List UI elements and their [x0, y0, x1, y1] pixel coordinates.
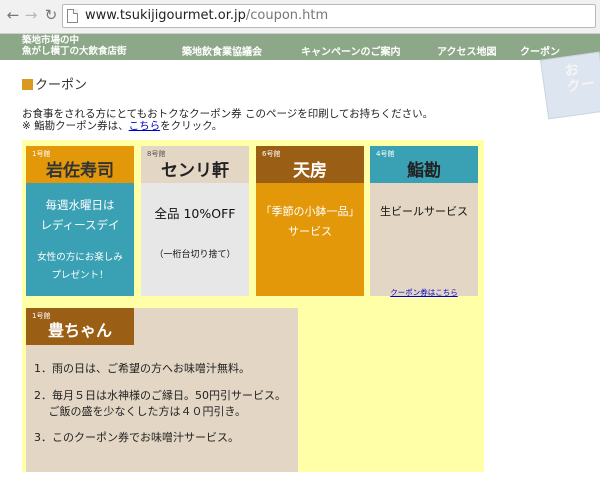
site-name-line1: 築地市場の中 — [22, 35, 80, 46]
site-name-line2: 魚がし横丁の大飲食店街 — [22, 46, 127, 57]
coupon-line: 全品 10%OFF — [154, 206, 236, 221]
coupon-item: ご飯の盛を少なくした方は４０円引き。 — [34, 405, 246, 418]
browser-toolbar: ← → ↻ www.tsukijigourmet.or.jp/coupon.ht… — [0, 0, 600, 34]
site-header: 築地市場の中 魚がし横丁の大飲食店街 築地飲食業協議会 キャンペーンのご案内 ア… — [0, 34, 600, 60]
shop-name: 天房 — [293, 161, 327, 181]
coupon-item: 1．雨の日は、ご希望の方へお味噌汁無料。 — [34, 362, 250, 375]
shop-name: センリ軒 — [161, 161, 229, 181]
nav-coupon[interactable]: クーポン — [520, 43, 560, 58]
page-title-text: クーポン — [35, 78, 88, 93]
nav-association[interactable]: 築地飲食業協議会 — [182, 43, 262, 58]
url-text: www.tsukijigourmet.or.jp/coupon.htm — [85, 8, 328, 23]
coupon-line: （一桁台切り捨て） — [154, 250, 236, 260]
card-header: 1号館 豊ちゃん — [26, 308, 134, 345]
title-square-icon — [22, 79, 33, 90]
coupon-card-senriken: 8号館 センリ軒 全品 10%OFF （一桁台切り捨て） — [141, 146, 249, 296]
nav-access-map[interactable]: アクセス地図 — [437, 43, 497, 58]
card-body: 「季節の小鉢一品」 サービス — [256, 183, 364, 296]
corner-text: お クー — [563, 61, 596, 96]
coupon-line: 生ビールサービス — [380, 205, 468, 218]
coupon-card-sushikan: 4号館 鮨勘 生ビールサービス クーポン券はこちら — [370, 146, 478, 298]
coupon-card-iwasa: 1号館 岩佐寿司 毎週水曜日は レディースデイ 女性の方にお楽しみ プレゼント！ — [26, 146, 134, 296]
shop-name: 豊ちゃん — [47, 321, 112, 340]
corner-decoration: お クー — [540, 51, 600, 120]
card-header: 6号館 天房 — [256, 146, 364, 183]
sushikan-coupon-card-link[interactable]: クーポン券はこちら — [370, 287, 478, 298]
nav-campaign[interactable]: キャンペーンのご案内 — [301, 43, 401, 58]
coupon-card-tenfusa: 6号館 天房 「季節の小鉢一品」 サービス — [256, 146, 364, 296]
intro-note-suffix: をクリック。 — [160, 120, 223, 132]
main-content: お クー クーポン お食事をされる方にとてもおトクなクーポン券 このページを印刷… — [0, 51, 600, 480]
card-header: 4号館 鮨勘 — [370, 146, 478, 183]
back-arrow-icon[interactable]: ← — [4, 6, 22, 24]
shop-name: 鮨勘 — [407, 161, 441, 181]
forward-arrow-icon[interactable]: → — [22, 6, 40, 24]
coupon-area: 1号館 岩佐寿司 毎週水曜日は レディースデイ 女性の方にお楽しみ プレゼント！… — [22, 140, 484, 472]
address-bar[interactable]: www.tsukijigourmet.or.jp/coupon.htm — [62, 4, 596, 28]
coupon-item: 2．毎月５日は水神様のご縁日。50円引サービス。 — [34, 389, 286, 402]
intro-note: ※ 鮨勘クーポン券は、こちらをクリック。 — [22, 118, 222, 133]
coupon-line: 女性の方にお楽しみ — [37, 252, 123, 263]
sushikan-coupon-link[interactable]: こちら — [129, 120, 161, 132]
coupon-line: プレゼント！ — [51, 270, 109, 281]
coupon-line: 「季節の小鉢一品」 — [260, 205, 360, 218]
card-body: 生ビールサービス クーポン券はこちら — [370, 183, 478, 298]
coupon-line: サービス — [288, 225, 332, 238]
card-header: 8号館 センリ軒 — [141, 146, 249, 183]
shop-name: 岩佐寿司 — [46, 161, 114, 181]
card-header: 1号館 岩佐寿司 — [26, 146, 134, 183]
coupon-line: レディースデイ — [40, 218, 120, 232]
reload-icon[interactable]: ↻ — [42, 6, 60, 24]
site-logo-text[interactable]: 築地市場の中 魚がし横丁の大飲食店街 — [22, 35, 127, 57]
page-icon — [67, 9, 78, 23]
coupon-line: 毎週水曜日は — [45, 198, 115, 212]
url-path: /coupon.htm — [245, 8, 329, 23]
coupon-card-yutakachan: 1号館 豊ちゃん 1．雨の日は、ご希望の方へお味噌汁無料。 2．毎月５日は水神様… — [26, 308, 298, 472]
page-title: クーポン — [22, 74, 87, 93]
intro-note-prefix: ※ 鮨勘クーポン券は、 — [22, 120, 129, 132]
card-body: 毎週水曜日は レディースデイ 女性の方にお楽しみ プレゼント！ — [26, 183, 134, 296]
coupon-item: 3．このクーポン券でお味噌汁サービス。 — [34, 431, 239, 444]
url-domain: www.tsukijigourmet.or.jp — [85, 8, 246, 23]
card-body: 全品 10%OFF （一桁台切り捨て） — [141, 183, 249, 296]
